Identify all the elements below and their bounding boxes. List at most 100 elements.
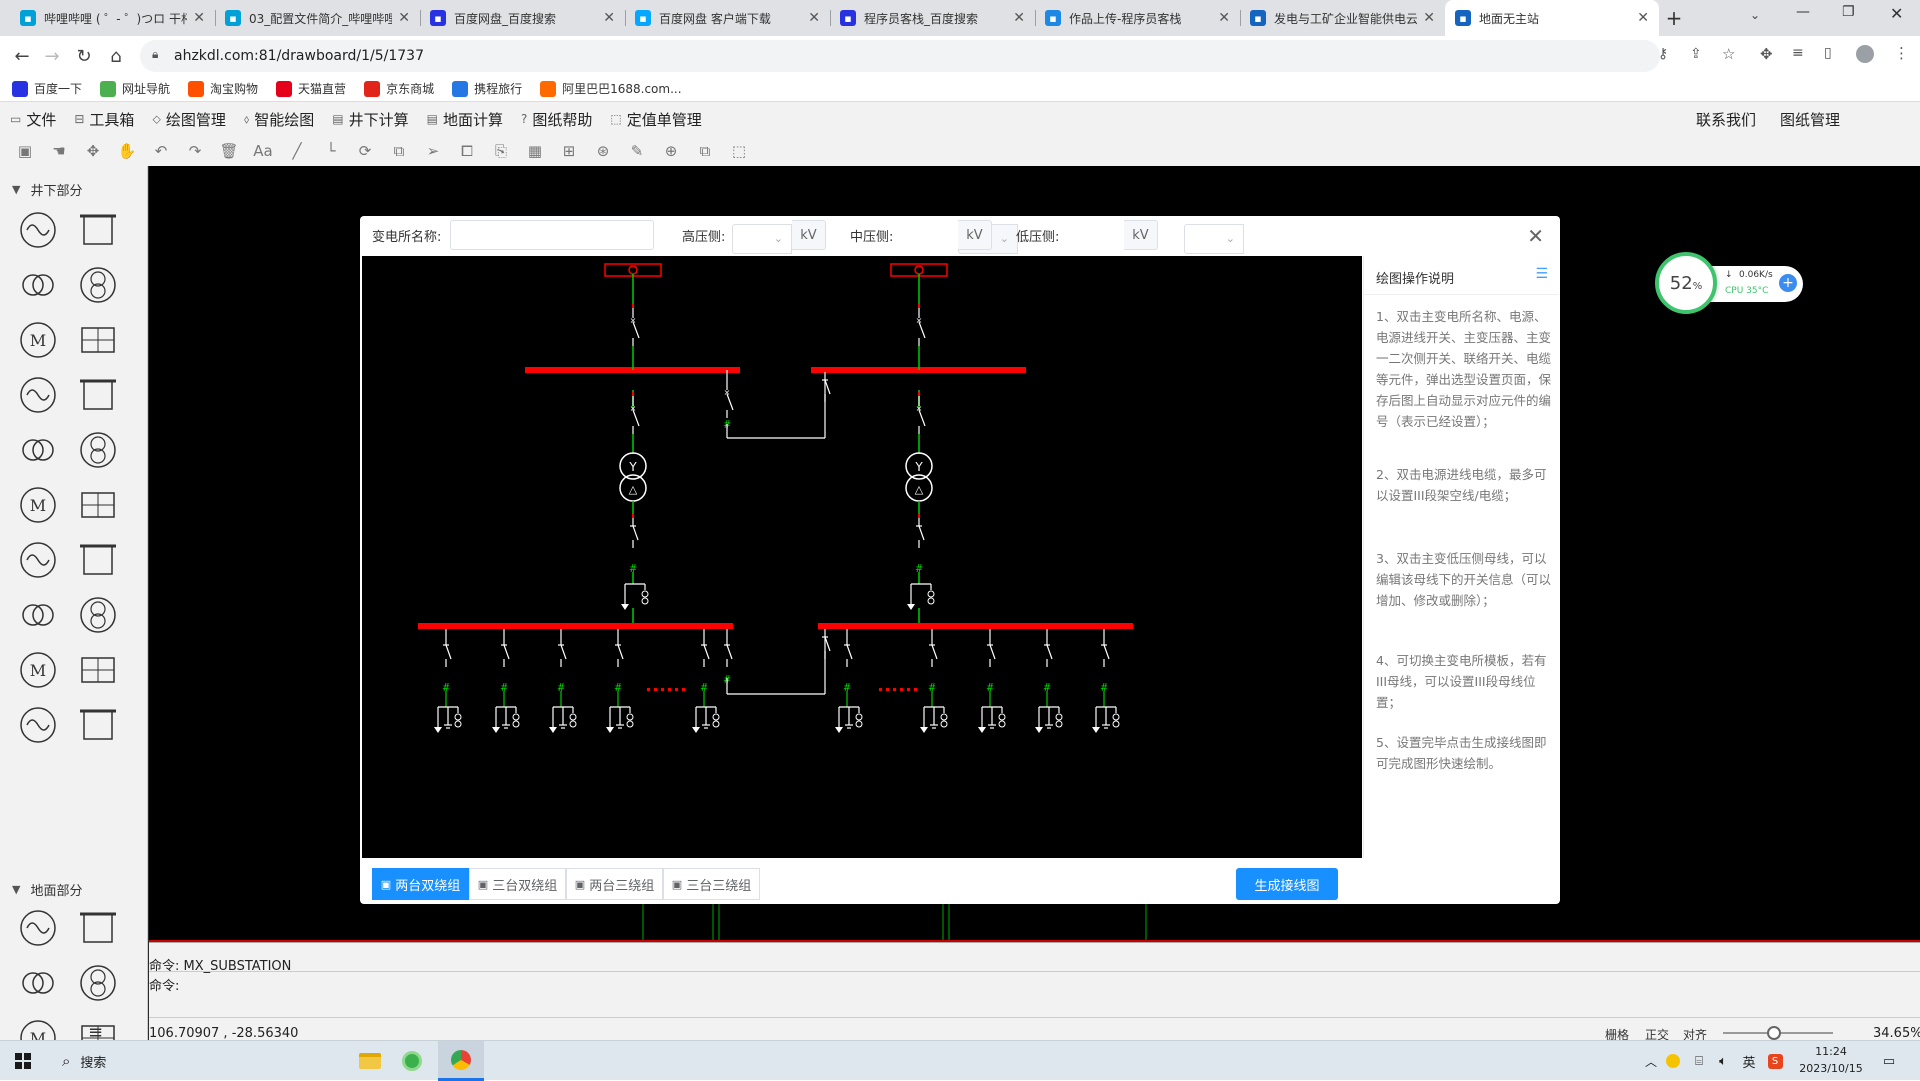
menu-item[interactable]: ⬨ 智能绘图 (244, 109, 314, 130)
restore-button[interactable]: ❐ (1842, 4, 1855, 20)
tray-chevron-icon[interactable]: ︿ (1642, 1041, 1660, 1081)
group-icon[interactable]: ⊞ (552, 138, 586, 164)
menu-item[interactable]: ▤ 地面计算 (427, 109, 503, 130)
bookmark-item[interactable]: 天猫直营 (276, 80, 346, 97)
single-line-diagram[interactable]: ××Y△#××Y△#×############ (362, 256, 1362, 858)
underground-symbol-icon[interactable]: M (16, 483, 60, 527)
underground-symbol-icon[interactable] (76, 703, 120, 747)
browser-tab[interactable]: ▪ 程序员客栈_百度搜索 ✕ (830, 0, 1035, 36)
underground-symbol-icon[interactable] (76, 428, 120, 472)
edit-icon[interactable]: ✎ (620, 138, 654, 164)
redo-icon[interactable]: ↷ (178, 138, 212, 164)
stamp-icon[interactable]: ⊛ (586, 138, 620, 164)
contact-us-link[interactable]: 联系我们 (1696, 109, 1756, 130)
template-button[interactable]: ▣ 三台双绕组 (469, 868, 566, 900)
new-tab-button[interactable]: + (1662, 6, 1686, 30)
tab-search-icon[interactable]: ⌄ (1750, 8, 1760, 22)
browser-menu-icon[interactable]: ⋮ (1894, 44, 1909, 62)
zoom-slider-handle[interactable] (1767, 1026, 1781, 1040)
tab-close-icon[interactable]: ✕ (603, 10, 615, 26)
sogou-icon[interactable]: S (1764, 1041, 1786, 1081)
profile-avatar[interactable] (1856, 45, 1874, 63)
bookmark-item[interactable]: 百度一下 (12, 80, 82, 97)
underground-symbol-icon[interactable] (76, 263, 120, 307)
underground-symbol-icon[interactable] (16, 373, 60, 417)
menu-item[interactable]: ▤ 井下计算 (332, 109, 408, 130)
dialog-close-icon[interactable]: ✕ (1527, 224, 1544, 248)
template-button[interactable]: ▣ 两台三绕组 (566, 868, 663, 900)
extensions-icon[interactable]: ✥ (1760, 45, 1773, 63)
home-icon[interactable]: ⌂ (102, 42, 130, 70)
list-icon[interactable]: ☰ (1535, 266, 1548, 282)
copy-icon[interactable]: ⧠ (450, 138, 484, 164)
menu-item[interactable]: ? 图纸帮助 (521, 109, 592, 130)
browser-tab[interactable]: ▪ 哔哩哔哩 ( ゜- ゜)つロ 干杯 ✕ (10, 0, 215, 36)
section-surface[interactable]: ▼ 地面部分 (12, 880, 82, 899)
browser-tab[interactable]: ▪ 百度网盘_百度搜索 ✕ (420, 0, 625, 36)
underground-symbol-icon[interactable] (16, 263, 60, 307)
underground-symbol-icon[interactable] (76, 373, 120, 417)
bookmark-item[interactable]: 网址导航 (100, 80, 170, 97)
clock[interactable]: 11:24 2023/10/15 (1792, 1043, 1870, 1079)
app-green-icon[interactable] (392, 1041, 432, 1081)
surface-symbol-icon[interactable] (76, 961, 120, 1005)
tab-close-icon[interactable]: ✕ (808, 10, 820, 26)
bookmark-item[interactable]: 淘宝购物 (188, 80, 258, 97)
menu-item[interactable]: ⬚ 定值单管理 (610, 109, 701, 130)
chrome-icon[interactable] (438, 1041, 484, 1081)
volume-icon[interactable]: 🔈︎ (1712, 1041, 1734, 1081)
underground-symbol-icon[interactable] (16, 593, 60, 637)
underground-symbol-icon[interactable] (76, 648, 120, 692)
tray-app-icon[interactable] (1662, 1041, 1684, 1081)
underground-symbol-icon[interactable] (16, 208, 60, 252)
bookmark-item[interactable]: 阿里巴巴1688.com... (540, 80, 682, 97)
browser-tab[interactable]: ▪ 百度网盘 客户端下载 ✕ (625, 0, 830, 36)
rotate-icon[interactable]: ⟳ (348, 138, 382, 164)
url-input[interactable]: 🔒︎ ahzkdl.com:81/drawboard/1/5/1737 (140, 40, 1660, 72)
back-icon[interactable]: ← (8, 42, 36, 70)
minimize-button[interactable]: — (1796, 4, 1810, 20)
tab-close-icon[interactable]: ✕ (1423, 10, 1435, 26)
surface-symbol-icon[interactable] (16, 906, 60, 950)
underground-symbol-icon[interactable] (76, 593, 120, 637)
delete-icon[interactable]: 🗑︎ (212, 138, 246, 164)
taskbar-search[interactable]: ⌕ 搜索 (50, 1041, 320, 1081)
move-icon[interactable]: ✥ (76, 138, 110, 164)
block-icon[interactable]: ⧉ (382, 138, 416, 164)
command-prompt[interactable]: 命令: (149, 975, 179, 994)
zoom-slider[interactable] (1723, 1026, 1833, 1040)
tab-close-icon[interactable]: ✕ (398, 10, 410, 26)
surface-symbol-icon[interactable] (76, 906, 120, 950)
menu-item[interactable]: ⬦ 绘图管理 (152, 109, 225, 130)
layer-icon[interactable]: ⧉ (688, 138, 722, 164)
underground-symbol-icon[interactable] (76, 538, 120, 582)
section-underground[interactable]: ▼ 井下部分 (12, 180, 82, 199)
tab-close-icon[interactable]: ✕ (1013, 10, 1025, 26)
tab-close-icon[interactable]: ✕ (193, 10, 205, 26)
low-voltage-select[interactable]: ⌄ (1184, 224, 1244, 254)
browser-tab[interactable]: ▪ 03_配置文件简介_哔哩哔哩 ✕ (215, 0, 420, 36)
menu-item[interactable]: ▭ 文件 (10, 109, 56, 130)
line-icon[interactable]: ╱ (280, 138, 314, 164)
menu-item[interactable]: ⊟ 工具箱 (74, 109, 134, 130)
plus-icon[interactable]: + (1779, 274, 1797, 292)
underground-symbol-icon[interactable] (16, 703, 60, 747)
bookmark-item[interactable]: 携程旅行 (452, 80, 522, 97)
paste-icon[interactable]: ⎘ (484, 138, 518, 164)
underground-symbol-icon[interactable] (16, 428, 60, 472)
measure-icon[interactable]: ⬚ (722, 138, 756, 164)
sidepanel-icon[interactable]: ▯ (1824, 45, 1832, 61)
substation-name-input[interactable] (450, 220, 654, 250)
share-icon[interactable]: ⇪ (1690, 46, 1702, 62)
generate-diagram-button[interactable]: 生成接线图 (1236, 868, 1338, 900)
underground-symbol-icon[interactable]: M (16, 648, 60, 692)
array-icon[interactable]: ▦ (518, 138, 552, 164)
bookmark-item[interactable]: 京东商城 (364, 80, 434, 97)
underground-symbol-icon[interactable] (76, 483, 120, 527)
pan-icon[interactable]: ✋ (110, 138, 144, 164)
underground-symbol-icon[interactable] (16, 538, 60, 582)
cpu-monitor-widget[interactable]: 52% ↓ 0.06K/s CPU 35°C + (1655, 252, 1805, 316)
browser-tab[interactable]: ▪ 地面无主站 ✕ (1445, 0, 1659, 36)
reload-icon[interactable]: ↻ (70, 42, 98, 70)
window-close-button[interactable]: ✕ (1890, 4, 1903, 23)
